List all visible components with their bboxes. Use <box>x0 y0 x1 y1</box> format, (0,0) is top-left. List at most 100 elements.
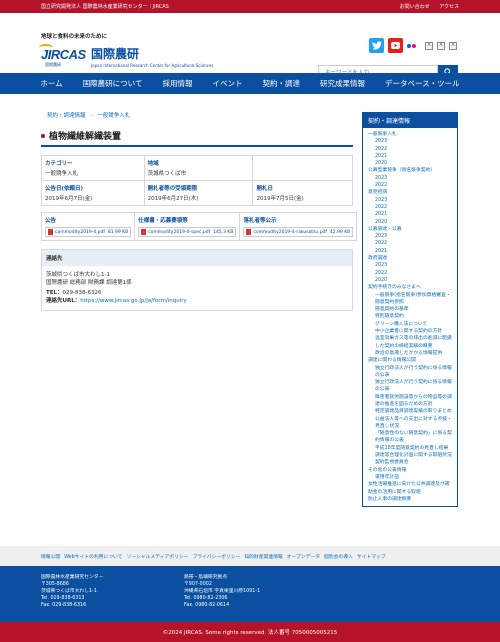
sidebar-item[interactable]: 特別随意契約 <box>368 313 452 320</box>
sidebar-item[interactable]: 運用年計画 <box>368 474 452 481</box>
contact-link[interactable]: お問い合わせ <box>400 4 430 10</box>
notice-file-link[interactable]: commodity2019-4.pdf 81.99 KB <box>45 227 132 237</box>
footer-zip: 〒305-8686 <box>41 582 69 587</box>
result-file-link[interactable]: commodity2019-4-rakusatsu.pdf 42.99 KB <box>243 227 354 237</box>
breadcrumb-procurement[interactable]: 契約・調達情報 <box>47 113 86 119</box>
sidebar-item[interactable]: 2022 <box>368 182 452 189</box>
result-file-size: 42.99 KB <box>329 229 351 235</box>
sidebar-item[interactable]: 女性活躍推進に向けた公共調達及び補助金の活用に関する取組 <box>368 481 452 496</box>
breadcrumb-bidding[interactable]: 一般競争入札 <box>97 113 130 119</box>
sidebar-item[interactable]: 防止人事の調達概要 <box>368 496 452 503</box>
twitter-icon[interactable] <box>369 38 384 53</box>
sidebar-item[interactable]: 中小企業者に関する契約の方針 <box>368 328 452 335</box>
footer-link[interactable]: 知的財産関連情報 <box>244 553 282 560</box>
page-title-row: 植物繊維解繊装置 <box>41 129 353 142</box>
sidebar-item[interactable]: 2022 <box>368 270 452 277</box>
sidebar-item[interactable]: その他の公表情報 <box>368 467 452 474</box>
sidebar-item[interactable]: 2021 <box>368 153 452 160</box>
nav-recruit[interactable]: 採用情報 <box>152 78 202 89</box>
sidebar-item[interactable]: 2023 <box>368 175 452 182</box>
sidebar-item[interactable]: 意見招請 <box>368 189 452 196</box>
sidebar-item[interactable]: 2022 <box>368 204 452 211</box>
spec-file-size: 145.3 KB <box>213 229 234 235</box>
announce-value: 2019年6月7日(金) <box>45 196 93 202</box>
sidebar-item[interactable]: 平成18年度随意契約の見直し結果 <box>368 445 452 452</box>
sidebar-item[interactable]: 調達等合理化計画に関する取組状況 <box>368 452 452 459</box>
footer-link[interactable]: 個別会の導入 <box>324 553 353 560</box>
sidebar-item[interactable]: 2023 <box>368 138 452 145</box>
sidebar-item[interactable]: 2023 <box>368 233 452 240</box>
footer-link[interactable]: サイトマップ <box>357 553 386 560</box>
logo-swoosh <box>39 43 53 52</box>
nav-procurement[interactable]: 契約・調達 <box>252 78 310 89</box>
region-cell: 地域 茨城県つくば市 <box>143 155 254 181</box>
sidebar-item[interactable]: 政府調達 <box>368 255 452 262</box>
flickr-icon[interactable] <box>407 43 421 48</box>
sidebar-item[interactable]: 一般競争入札 <box>368 131 452 138</box>
nav-events[interactable]: イベント <box>202 78 252 89</box>
nav-about[interactable]: 国際農研について <box>73 78 153 89</box>
sidebar-item[interactable]: 2023 <box>368 197 452 204</box>
footer-org: 国際農林水産業研究センター <box>41 575 104 580</box>
sidebar-item[interactable]: 2020 <box>368 160 452 167</box>
nav-home[interactable]: ホーム <box>30 78 72 89</box>
contact-division: 国際農研 総務部 財務課 調達第1係 <box>46 280 132 286</box>
copyright: ©2024 JIRCAS. Some rights reserved. 法人番号… <box>0 622 500 642</box>
category-cell: カテゴリー 一般競争入札 <box>41 155 145 181</box>
footer-link[interactable]: プライバシーポリシー <box>192 553 240 560</box>
page-title: 植物繊維解繊装置 <box>49 132 122 142</box>
footer-tel: Tel. 029-838-6313 <box>41 596 85 601</box>
font-size-small-button[interactable]: A <box>425 41 433 50</box>
sidebar-item[interactable]: 2022 <box>368 146 452 153</box>
pdf-icon <box>48 229 53 235</box>
footer-link[interactable]: ソーシャルメディアポリシー <box>127 553 189 560</box>
sidebar-item[interactable]: 2022 <box>368 240 452 247</box>
spec-file-link[interactable]: commodity2019-4-spec.pdf 145.3 KB <box>138 227 237 237</box>
footer-link[interactable]: オープンデータ <box>287 553 320 560</box>
contact-box: 連絡先 茨城県つくば市大わし1-1 国際農研 総務部 財務課 調達第1係 TEL… <box>41 249 353 311</box>
sidebar-item[interactable]: グリーン購入法について <box>368 321 452 328</box>
sidebar-item[interactable]: 2020 <box>368 277 452 284</box>
sidebar-item[interactable]: 2020 <box>368 219 452 226</box>
nav-research[interactable]: 研究成果情報 <box>310 78 375 89</box>
sidebar-item[interactable]: 政治の意識したかかる情報提供 <box>368 350 452 357</box>
footer-branch-name: 熱帯・島嶼研究拠点 <box>184 575 228 580</box>
youtube-icon[interactable] <box>388 38 403 53</box>
category-label: カテゴリー <box>45 161 73 167</box>
font-size-medium-button[interactable]: A <box>437 41 445 50</box>
sidebar-item[interactable]: 障害者就労施設等からの物品等の調達の推進を図るための方針 <box>368 394 452 409</box>
sidebar-item[interactable]: 公益法人等への支出に対する点検・見直し状況 <box>368 416 452 431</box>
announce-cell: 公告日(依頼日) 2019年6月7日(金) <box>41 180 145 206</box>
footer-branch: 熱帯・島嶼研究拠点 〒907-0002 沖縄県石垣市 字真栄里川原1091-1 … <box>184 574 260 609</box>
sidebar-item[interactable]: 随意契約の基準 <box>368 306 452 313</box>
footer-branch-fax: Fax. 0980-82-0614 <box>184 603 230 608</box>
sidebar-item[interactable]: 2021 <box>368 211 452 218</box>
sidebar-item[interactable]: 温室効果ガス等の排出の削減に配慮した契約の締結実績の概要 <box>368 335 452 350</box>
sidebar-item[interactable]: 2021 <box>368 248 452 255</box>
sidebar-item[interactable]: 契約手続きのみなさまへ <box>368 284 452 291</box>
header: 地球と食料の未来のために JIRCAS 国際農研 国際農研 Japan Inte… <box>0 13 500 81</box>
sidebar-item[interactable]: 独立行政法人が行う契約に係る情報の公表 <box>368 379 452 394</box>
sidebar-item[interactable]: 契約監視委員会 <box>368 459 452 466</box>
sidebar-item[interactable]: 独立行政法人が行う契約に係る情報の公表 <box>368 365 452 380</box>
sidebar-item[interactable]: 「随意性のない随意契約」に係る契約情報の公表 <box>368 430 452 445</box>
font-size-large-button[interactable]: A <box>449 41 457 50</box>
sidebar-item[interactable]: 公募型業競争（指名競争契約） <box>368 167 452 174</box>
access-link[interactable]: アクセス <box>439 4 459 10</box>
sidebar-item[interactable]: 一般競争(指名競争)参加資格審査・随意契約参照 <box>368 292 452 307</box>
footer-link[interactable]: Webサイトの利用について <box>64 553 122 560</box>
info-table: カテゴリー 一般競争入札 地域 茨城県つくば市 公告日(依頼日) 2019年6月… <box>41 155 353 206</box>
sidebar-item[interactable]: 2023 <box>368 262 452 269</box>
contact-url-link[interactable]: https://www.jircas.go.jp/ja/form/inquiry <box>80 298 187 304</box>
nav-database[interactable]: データベース・ツール <box>375 78 470 89</box>
footer-address: 茨城県つくば市大わし1-1 <box>41 589 97 594</box>
sidebar-item[interactable]: 調達に関わる情報公開 <box>368 357 452 364</box>
footer-branch-zip: 〒907-0002 <box>184 582 212 587</box>
site-logo[interactable]: JIRCAS 国際農研 国際農研 Japan International Res… <box>39 43 213 68</box>
footer-links: 情報公開 Webサイトの利用について ソーシャルメディアポリシー プライバシーポ… <box>0 546 500 566</box>
empty-cell <box>252 155 353 181</box>
footer-link[interactable]: 情報公開 <box>41 553 60 560</box>
sidebar-item[interactable]: 特定調達品目調達実績の取りまとめ <box>368 408 452 415</box>
jircas-logo: JIRCAS 国際農研 <box>39 43 87 67</box>
sidebar-item[interactable]: 公募調達・公募 <box>368 226 452 233</box>
